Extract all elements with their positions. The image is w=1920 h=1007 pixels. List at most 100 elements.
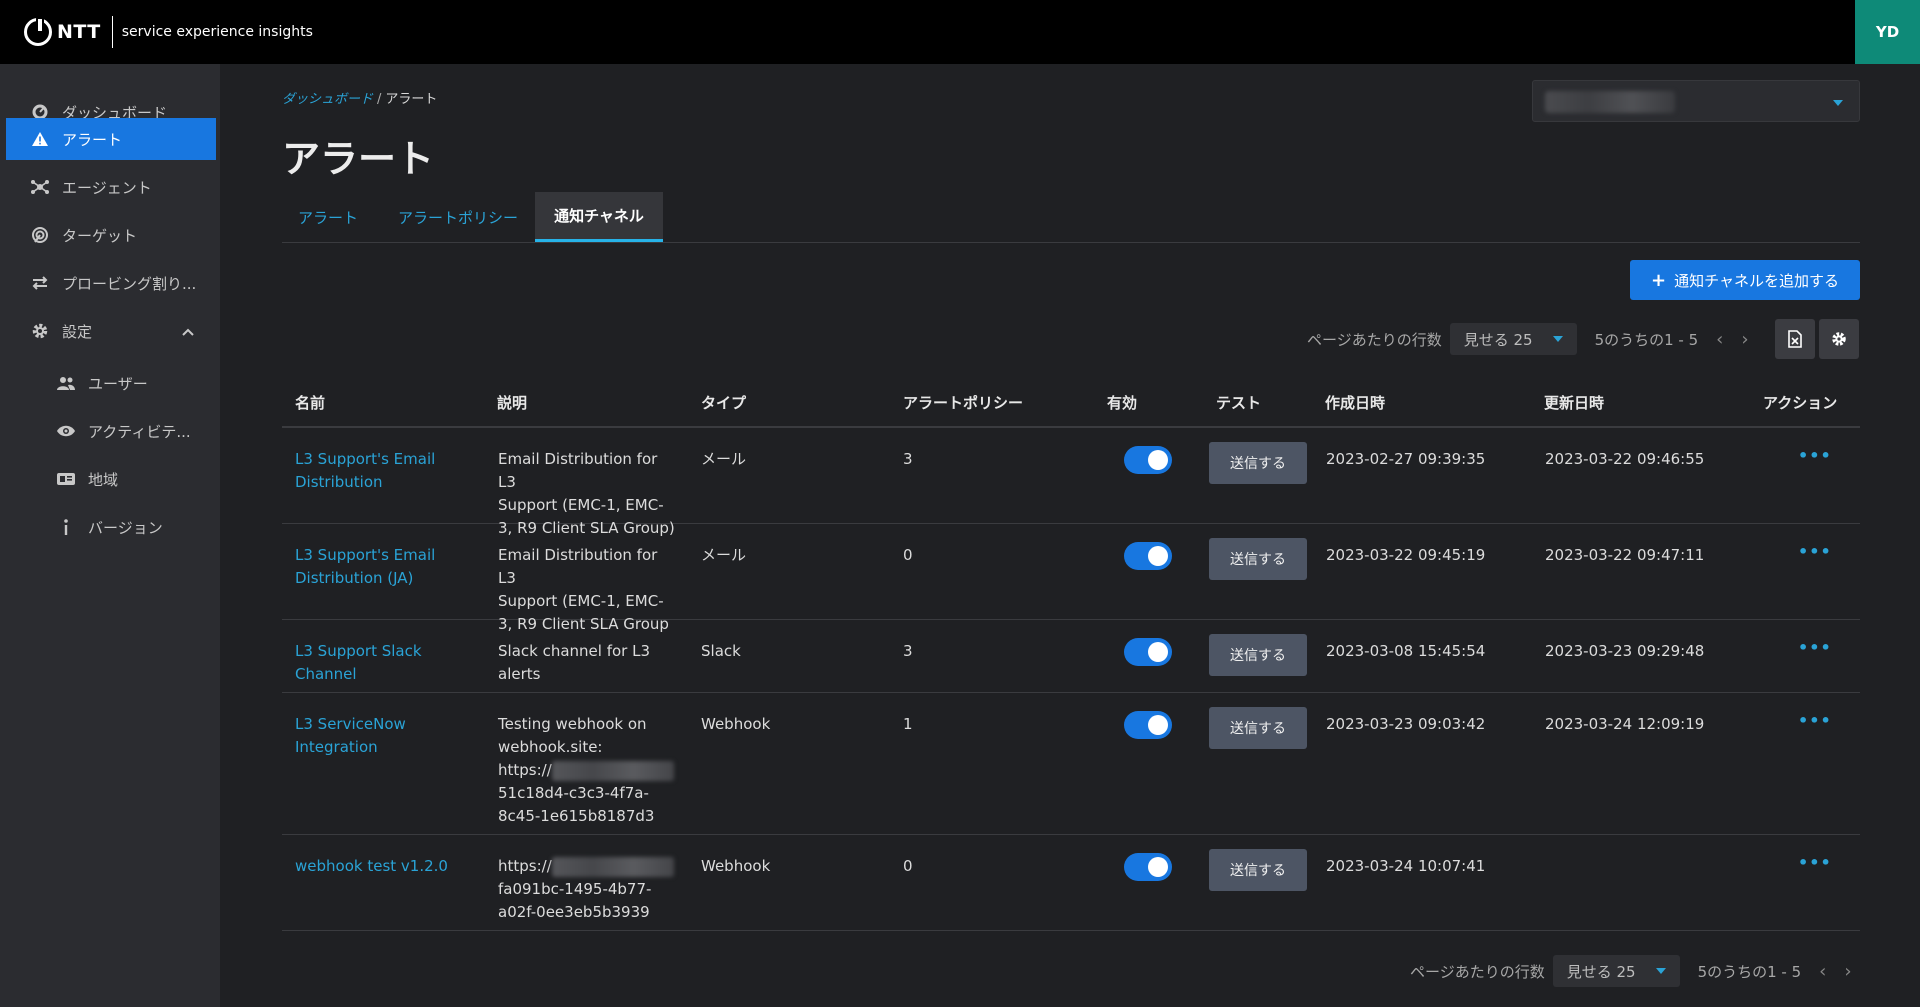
chevron-down-icon [1655,968,1666,974]
sidebar-item-label: バージョン [88,518,163,537]
updated-at: 2023-03-22 09:47:11 [1545,546,1705,564]
send-test-button[interactable]: 送信する [1209,634,1307,676]
channel-type: メール [701,546,747,564]
breadcrumb-current: アラート [385,92,438,107]
description-line: webhook.site: [498,738,603,756]
more-dots-icon[interactable]: ••• [1798,711,1832,730]
description-url-line: https:// [498,855,676,878]
column-header-created[interactable]: 作成日時 [1325,392,1385,413]
alert-policy-count: 3 [903,450,913,468]
breadcrumb-dashboard-link[interactable]: ダッシュボード [282,92,373,107]
ntt-logo[interactable]: NTT service experience insights [24,16,313,48]
channel-name-link[interactable]: L3 Support's Email Distribution (JA) [295,544,435,590]
created-at: 2023-02-27 09:39:35 [1326,450,1486,468]
description-line: Email Distribution for L3 [498,450,658,491]
channel-name-link[interactable]: L3 Support Slack Channel [295,640,422,686]
sidebar-item-label: プロービング割り... [62,274,197,293]
channel-name-link[interactable]: L3 Support's Email Distribution [295,448,435,494]
table-settings-button[interactable] [1819,319,1859,359]
description-line: alerts [498,665,541,683]
description-line: 51c18d4-c3c3-4f7a- [498,784,649,802]
channel-name-line: Integration [295,738,378,756]
rows-per-page-label: ページあたりの行数 [1410,962,1545,981]
sidebar-item-targets[interactable]: ターゲット [6,214,216,256]
table-row: L3 ServiceNow Integration Testing webhoo… [282,693,1860,835]
rows-per-page-select[interactable]: 見せる 25 [1552,955,1680,987]
swap-icon [30,273,50,293]
created-at: 2023-03-23 09:03:42 [1326,715,1486,733]
channel-name-link[interactable]: L3 ServiceNow Integration [295,713,406,759]
enabled-toggle[interactable] [1124,711,1172,739]
region-card-icon [56,469,76,489]
tab-notification-channels[interactable]: 通知チャネル [535,192,663,242]
sidebar-item-label: アクティビテ... [88,422,191,441]
more-dots-icon[interactable]: ••• [1798,638,1832,657]
sidebar-item-label: アラート [62,130,123,149]
column-header-description[interactable]: 説明 [497,392,527,413]
add-button-label: 通知チャネルを追加する [1674,271,1839,290]
more-dots-icon[interactable]: ••• [1798,446,1832,465]
top-bar: NTT service experience insights YD [0,0,1920,64]
more-dots-icon[interactable]: ••• [1798,542,1832,561]
enabled-toggle[interactable] [1124,446,1172,474]
channel-name-line: Distribution [295,473,383,491]
column-header-enabled[interactable]: 有効 [1107,392,1137,413]
description-line: Email Distribution for L3 [498,546,658,587]
chevron-down-icon [1833,100,1843,106]
channel-description: https:// fa091bc-1495-4b77- a02f-0ee3eb5… [498,855,676,924]
column-header-actions: アクション [1763,394,1838,412]
channel-name-line: L3 Support Slack [295,642,422,660]
send-test-button[interactable]: 送信する [1209,849,1307,891]
enabled-toggle[interactable] [1124,542,1172,570]
more-dots-icon[interactable]: ••• [1798,853,1832,872]
table-header: 名前 説明 タイプ アラートポリシー 有効 テスト 作成日時 更新日時 アクショ… [282,380,1860,428]
sidebar-item-agents[interactable]: エージェント [6,166,216,208]
channel-name-link[interactable]: webhook test v1.2.0 [295,855,448,878]
enabled-toggle[interactable] [1124,853,1172,881]
channel-name-line: L3 ServiceNow [295,715,406,733]
tab-alert-policies[interactable]: アラートポリシー [382,192,534,242]
updated-at: 2023-03-23 09:29:48 [1545,642,1705,660]
organization-select[interactable] [1532,80,1860,122]
prev-page-icon[interactable]: ‹ [1716,329,1723,350]
channel-description: Testing webhook on webhook.site: https:/… [498,713,676,828]
user-avatar[interactable]: YD [1855,0,1920,64]
rows-per-page-select[interactable]: 見せる 25 [1449,323,1577,355]
send-test-button[interactable]: 送信する [1209,707,1307,749]
rows-per-page-value: 見せる 25 [1566,962,1636,981]
enabled-toggle[interactable] [1124,638,1172,666]
description-url-line: https:// [498,759,676,782]
column-header-name[interactable]: 名前 [295,392,325,413]
alert-policy-count: 0 [903,857,913,875]
sidebar-item-users[interactable]: ユーザー [6,362,216,404]
channel-name-line: webhook test v1.2.0 [295,857,448,875]
alert-policy-count: 1 [903,715,913,733]
rows-per-page-label: ページあたりの行数 [1307,330,1442,349]
next-page-icon[interactable]: › [1741,329,1748,350]
sidebar-item-activity[interactable]: アクティビテ... [6,410,216,452]
sidebar-item-alerts[interactable]: アラート [6,118,216,160]
prev-page-icon[interactable]: ‹ [1819,961,1826,982]
export-excel-button[interactable] [1775,319,1815,359]
alert-policy-count: 0 [903,546,913,564]
sidebar-item-version[interactable]: バージョン [6,506,216,548]
agent-icon [30,177,50,197]
channel-description: Slack channel for L3 alerts [498,640,676,686]
plus-icon: + [1651,269,1667,291]
next-page-icon[interactable]: › [1844,961,1851,982]
channel-name-line: L3 Support's Email [295,546,436,564]
send-test-button[interactable]: 送信する [1209,538,1307,580]
sidebar-item-settings[interactable]: 設定 [6,310,216,352]
column-header-type[interactable]: タイプ [701,392,746,413]
column-header-alert-policies[interactable]: アラートポリシー [903,392,1023,413]
column-header-updated[interactable]: 更新日時 [1544,392,1604,413]
sidebar-item-probing[interactable]: プロービング割り... [6,262,216,304]
page-range: 5のうちの1 - 5 [1594,330,1699,349]
column-header-test[interactable]: テスト [1216,392,1261,413]
sidebar-item-region[interactable]: 地域 [6,458,216,500]
alert-policy-count: 3 [903,642,913,660]
send-test-button[interactable]: 送信する [1209,442,1307,484]
tab-alerts[interactable]: アラート [282,192,374,242]
info-icon [56,517,76,537]
add-notification-channel-button[interactable]: + 通知チャネルを追加する [1630,260,1860,300]
